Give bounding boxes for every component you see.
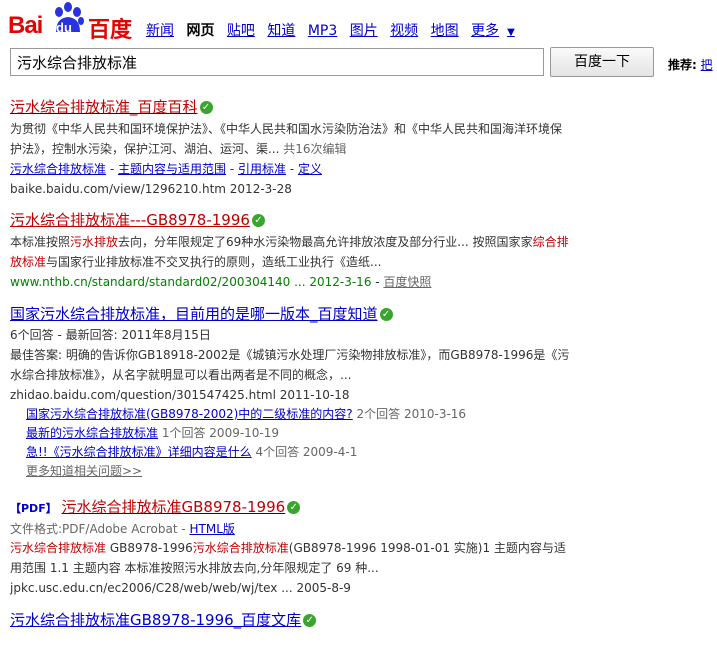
sublinks: 污水综合排放标准 - 主题内容与适用范围 - 引用标准 - 定义 bbox=[10, 162, 322, 176]
result-meta: 6个回答 - 最新回答: 2011年8月15日 bbox=[10, 328, 211, 342]
result-url-line: www.nthb.cn/standard/standard02/20030414… bbox=[10, 275, 432, 289]
baidu-logo[interactable]: Bai du 百度 bbox=[8, 2, 132, 43]
nav-tieba[interactable]: 贴吧 bbox=[227, 23, 255, 39]
nav-news[interactable]: 新闻 bbox=[146, 23, 174, 39]
sub-result: 国家污水综合排放标准(GB8978-2002)中的二级标准的内容? 2个回答 2… bbox=[26, 407, 467, 421]
result-title-link[interactable]: 国家污水综合排放标准，目前用的是哪一版本_百度知道 bbox=[10, 305, 378, 323]
result-url: www.nthb.cn/standard/standard02/20030414… bbox=[10, 275, 372, 289]
sublink-0[interactable]: 污水综合排放标准 bbox=[10, 162, 106, 176]
result-baike: 污水综合排放标准_百度百科 ✓ 为贯彻《中华人民共和国环境保护法》、《中华人民共和… bbox=[10, 98, 570, 199]
sub-result-link[interactable]: 国家污水综合排放标准(GB8978-2002)中的二级标准的内容? bbox=[26, 407, 353, 421]
result-abstract: 污水综合排放标准 GB8978-1996污水综合排放标准(GB8978-1996… bbox=[10, 541, 566, 575]
result-title-link[interactable]: 污水综合排放标准GB8978-1996 bbox=[62, 498, 286, 516]
edit-count: 共16次编辑 bbox=[283, 142, 347, 156]
html-version-link[interactable]: HTML版 bbox=[189, 522, 234, 536]
nav-video[interactable]: 视频 bbox=[390, 23, 418, 39]
nav-more-label: 更多 bbox=[471, 23, 500, 39]
verified-icon: ✓ bbox=[199, 101, 213, 114]
sub-results: 国家污水综合排放标准(GB8978-2002)中的二级标准的内容? 2个回答 2… bbox=[26, 405, 570, 481]
result-wenku: 污水综合排放标准GB8978-1996_百度文库 ✓ bbox=[10, 611, 570, 629]
verified-icon: ✓ bbox=[303, 614, 317, 627]
sublink-3[interactable]: 定义 bbox=[298, 162, 322, 176]
result-url: jpkc.usc.edu.cn/ec2006/C28/web/web/wj/te… bbox=[10, 581, 351, 595]
recommend-label: 推荐 bbox=[668, 58, 693, 72]
more-zhidao-link[interactable]: 更多知道相关问题>> bbox=[26, 464, 142, 478]
sublink-2[interactable]: 引用标准 bbox=[238, 162, 286, 176]
nav-web-current: 网页 bbox=[186, 23, 215, 39]
nav-map[interactable]: 地图 bbox=[431, 23, 459, 39]
result-url: zhidao.baidu.com/question/301547425.html… bbox=[10, 388, 350, 402]
verified-icon: ✓ bbox=[251, 214, 265, 227]
search-button[interactable]: 百度一下 bbox=[550, 47, 654, 77]
nav-mp3[interactable]: MP3 bbox=[308, 23, 337, 39]
nav-more[interactable]: 更多 ▼ bbox=[471, 23, 523, 39]
result-title-link[interactable]: 污水综合排放标准GB8978-1996_百度文库 bbox=[10, 611, 301, 629]
logo-du: du bbox=[56, 20, 72, 35]
sub-result-link[interactable]: 最新的污水综合排放标准 bbox=[26, 426, 158, 440]
result-zhidao: 国家污水综合排放标准，目前用的是哪一版本_百度知道 ✓ 6个回答 - 最新回答: … bbox=[10, 305, 570, 481]
logo-bai: Bai bbox=[8, 12, 43, 39]
top-nav: 新闻 网页 贴吧 知道 MP3 图片 视频 地图 更多 ▼ bbox=[146, 20, 531, 40]
bottom-fade bbox=[0, 630, 717, 654]
search-box bbox=[10, 48, 544, 76]
result-pdf: 【PDF】 污水综合排放标准GB8978-1996 ✓ 文件格式:PDF/Adob… bbox=[10, 498, 570, 598]
header: Bai du 百度 新闻 网页 贴吧 知道 MP3 图片 视频 地图 更多 ▼ bbox=[0, 0, 717, 46]
result-title-link[interactable]: 污水综合排放标准---GB8978-1996 bbox=[10, 211, 250, 229]
verified-icon: ✓ bbox=[287, 501, 301, 514]
sub-result: 最新的污水综合排放标准 1个回答 2009-10-19 bbox=[26, 426, 280, 440]
pdf-tag: 【PDF】 bbox=[10, 502, 57, 515]
result-abstract: 最佳答案: 明确的告诉你GB18918-2002是《城镇污水处理厂污染物排放标准… bbox=[10, 348, 570, 382]
result-abstract: 为贯彻《中华人民共和国环境保护法》、《中华人民共和国水污染防治法》和《中华人民共… bbox=[10, 122, 563, 156]
result-nthb: 污水综合排放标准---GB8978-1996 ✓ 本标准按照污水排放去向，分年限规… bbox=[10, 211, 570, 292]
sub-result: 急!!《污水综合排放标准》详细内容是什么 4个回答 2009-4-1 bbox=[26, 445, 358, 459]
result-abstract: 本标准按照污水排放去向，分年限规定了69种水污染物最高允许排放浓度及部分行业..… bbox=[10, 235, 569, 269]
logo-chinese: 百度 bbox=[88, 18, 133, 43]
result-title-link[interactable]: 污水综合排放标准_百度百科 bbox=[10, 98, 198, 116]
nav-zhidao[interactable]: 知道 bbox=[267, 23, 295, 39]
result-url: baike.baidu.com/view/1296210.htm 2012-3-… bbox=[10, 182, 292, 196]
recommend: 推荐: 把 bbox=[668, 58, 713, 72]
chevron-down-icon: ▼ bbox=[507, 27, 515, 38]
sub-result-link[interactable]: 急!!《污水综合排放标准》详细内容是什么 bbox=[26, 445, 252, 459]
snapshot-link[interactable]: 百度快照 bbox=[383, 275, 431, 289]
search-input[interactable] bbox=[17, 54, 537, 71]
nav-images[interactable]: 图片 bbox=[350, 23, 378, 39]
verified-icon: ✓ bbox=[379, 308, 393, 321]
file-format: 文件格式:PDF/Adobe Acrobat - HTML版 bbox=[10, 522, 235, 536]
sublink-1[interactable]: 主题内容与适用范围 bbox=[118, 162, 226, 176]
recommend-link[interactable]: 把 bbox=[701, 58, 713, 72]
